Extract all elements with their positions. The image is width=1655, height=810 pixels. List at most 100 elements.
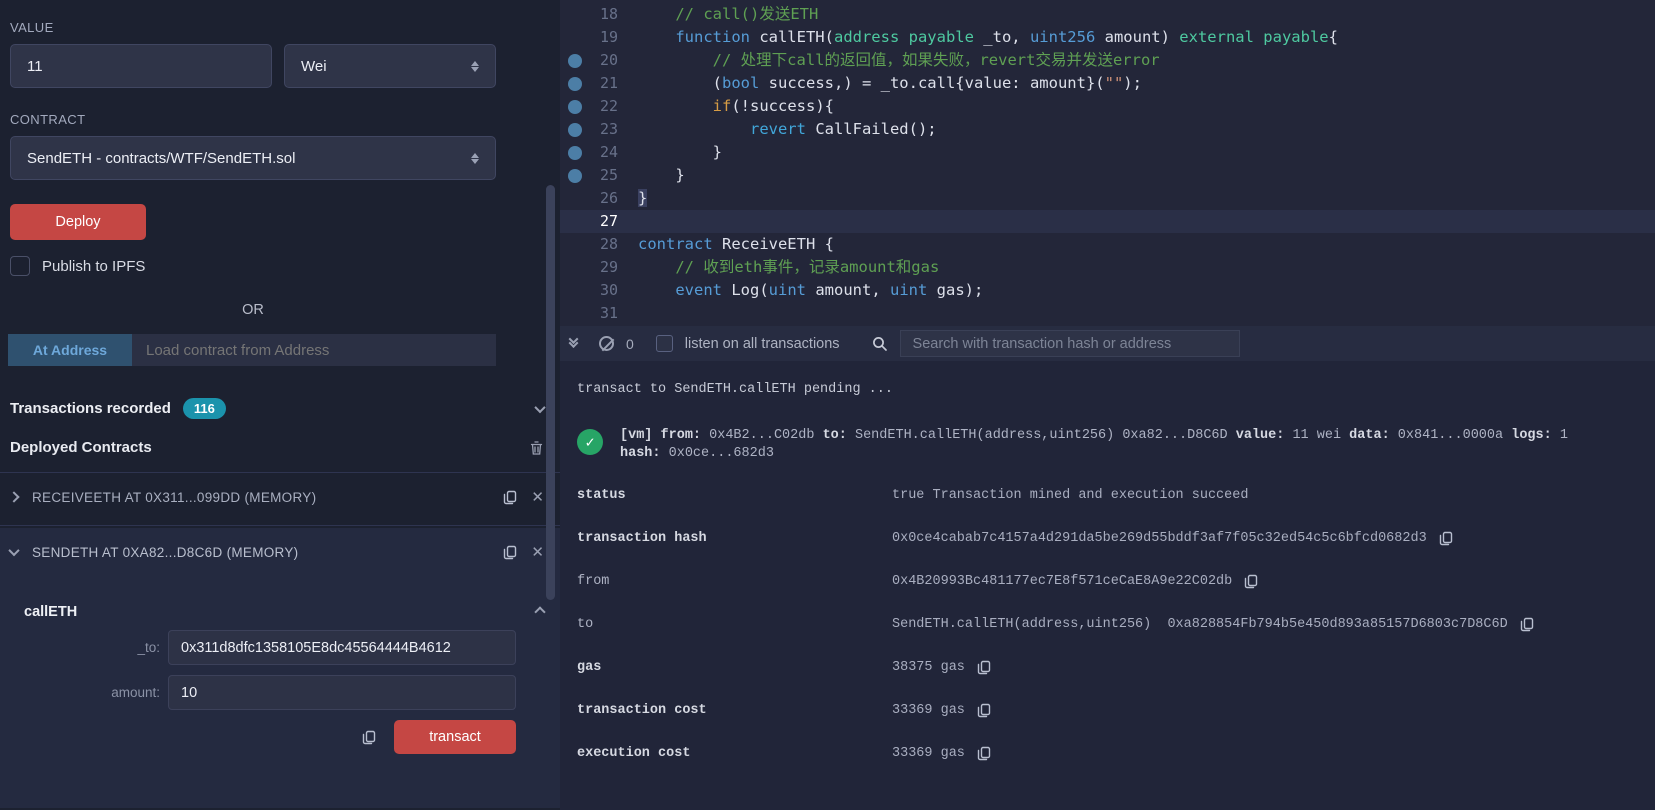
detail-label: gas (577, 659, 602, 675)
at-address-input[interactable] (132, 334, 496, 366)
gutter-margin[interactable] (560, 3, 590, 26)
transactions-count-badge: 116 (182, 398, 226, 419)
code-line[interactable]: 18 // call()发送ETH (560, 3, 1655, 26)
code-line[interactable]: 27 (560, 210, 1655, 233)
chevron-right-icon[interactable] (8, 491, 20, 503)
breakpoint-dot-icon[interactable] (560, 72, 590, 95)
copy-icon[interactable] (503, 490, 517, 505)
code-line[interactable]: 28 contract ReceiveETH { (560, 233, 1655, 256)
calleth-function-label: callETH (24, 604, 78, 620)
chevron-up-icon[interactable] (534, 606, 546, 618)
code-text: (bool success,) = _to.call{value: amount… (638, 74, 1142, 92)
gutter-margin[interactable] (560, 256, 590, 279)
line-number: 25 (599, 166, 618, 184)
deploy-button[interactable]: Deploy (10, 204, 146, 240)
chevron-down-icon[interactable] (534, 401, 546, 413)
value-label: VALUE (10, 20, 54, 35)
vm-transaction-log[interactable]: ✓ [vm] from: 0x4B2...C02db to: SendETH.c… (577, 427, 1655, 463)
code-line[interactable]: 31 (560, 302, 1655, 325)
breakpoint-dot-icon[interactable] (560, 141, 590, 164)
code-text: // 收到eth事件，记录amount和gas (675, 258, 940, 276)
terminal-output[interactable]: transact to SendETH.callETH pending ... … (560, 361, 1655, 810)
close-icon[interactable]: ✕ (531, 543, 544, 561)
copy-icon[interactable] (362, 730, 376, 745)
code-line[interactable]: 22 if(!success){ (560, 95, 1655, 118)
transaction-detail-row: transaction cost 33369 gas (577, 702, 1655, 718)
code-line[interactable]: 30 event Log(uint amount, uint gas); (560, 279, 1655, 302)
transaction-detail-row: from 0x4B20993Bc481177ec7E8f571ceCaE8A9e2… (577, 573, 1655, 589)
code-text: // call()发送ETH (675, 5, 819, 23)
publish-ipfs-checkbox[interactable] (10, 256, 30, 276)
unit-select[interactable]: Wei (284, 44, 496, 88)
code-line[interactable]: 29 // 收到eth事件，记录amount和gas (560, 256, 1655, 279)
code-line[interactable]: 19 function callETH(address payable _to,… (560, 26, 1655, 49)
code-line[interactable]: 24 } (560, 141, 1655, 164)
to-arg-input[interactable] (168, 630, 516, 665)
gutter-margin[interactable] (560, 210, 590, 233)
contract-label: CONTRACT (10, 112, 86, 127)
panel-scrollbar[interactable] (546, 185, 555, 600)
detail-value: 38375 gas (892, 659, 965, 675)
code-text: event Log(uint amount, uint gas); (675, 281, 984, 299)
vm-summary-text: [vm] from: 0x4B2...C02db to: SendETH.cal… (620, 428, 1568, 461)
deploy-run-panel: VALUE Wei CONTRACT SendETH - contracts/W… (0, 0, 560, 810)
code-text: contract ReceiveETH { (638, 235, 834, 253)
deployed-contracts-label: Deployed Contracts (10, 439, 152, 456)
copy-icon[interactable] (977, 746, 991, 761)
terminal-search-input[interactable] (899, 330, 1240, 357)
unit-select-value: Wei (301, 57, 327, 75)
code-line[interactable]: 26} (560, 187, 1655, 210)
at-address-button[interactable]: At Address (8, 334, 132, 366)
listen-label: listen on all transactions (684, 335, 840, 352)
gutter-margin[interactable] (560, 233, 590, 256)
deployed-contract-receiveeth[interactable]: RECEIVEETH AT 0X311...099DD (MEMORY) ✕ (0, 473, 560, 521)
breakpoint-dot-icon[interactable] (560, 95, 590, 118)
value-input[interactable] (10, 44, 272, 88)
copy-icon[interactable] (1439, 531, 1453, 546)
chevron-down-icon[interactable] (8, 544, 20, 557)
breakpoint-dot-icon[interactable] (560, 118, 590, 141)
copy-icon[interactable] (977, 703, 991, 718)
listen-checkbox[interactable] (655, 335, 673, 352)
gutter-margin[interactable] (560, 279, 590, 302)
divider (0, 525, 560, 526)
gutter-margin[interactable] (560, 26, 590, 49)
contract-select[interactable]: SendETH - contracts/WTF/SendETH.sol (10, 136, 496, 180)
transact-button[interactable]: transact (394, 720, 516, 754)
gutter-margin[interactable] (560, 302, 590, 325)
detail-value: true Transaction mined and execution suc… (892, 487, 1249, 503)
copy-icon[interactable] (1520, 617, 1534, 632)
detail-value: 33369 gas (892, 745, 965, 761)
copy-icon[interactable] (1244, 574, 1258, 589)
code-editor[interactable]: 18 // call()发送ETH 19 function callETH(add… (560, 0, 1655, 326)
line-number: 30 (599, 281, 618, 299)
detail-value: SendETH.callETH(address,uint256) 0xa8288… (892, 616, 1508, 632)
clear-console-icon[interactable] (599, 336, 614, 351)
trash-icon[interactable] (529, 440, 544, 456)
code-line[interactable]: 25 } (560, 164, 1655, 187)
code-line[interactable]: 20 // 处理下call的返回值，如果失败，revert交易并发送error (560, 49, 1655, 72)
line-number: 29 (599, 258, 618, 276)
copy-icon[interactable] (977, 660, 991, 675)
line-number: 24 (599, 143, 618, 161)
code-line[interactable]: 21 (bool success,) = _to.call{value: amo… (560, 72, 1655, 95)
deployed-contract-sendeth[interactable]: SENDETH AT 0XA82...D8C6D (MEMORY) ✕ (0, 528, 560, 576)
transactions-recorded-label: Transactions recorded (10, 400, 171, 417)
line-number: 27 (599, 212, 618, 230)
line-number: 22 (599, 97, 618, 115)
copy-icon[interactable] (503, 545, 517, 560)
line-number: 20 (599, 51, 618, 69)
transaction-detail-row: gas 38375 gas (577, 659, 1655, 675)
gutter-margin[interactable] (560, 187, 590, 210)
code-line[interactable]: 23 revert CallFailed(); (560, 118, 1655, 141)
pending-log-line: transact to SendETH.callETH pending ... (577, 382, 893, 397)
close-icon[interactable]: ✕ (531, 488, 544, 506)
expand-terminal-icon[interactable] (568, 333, 579, 348)
breakpoint-dot-icon[interactable] (560, 164, 590, 187)
breakpoint-dot-icon[interactable] (560, 49, 590, 72)
detail-label: transaction cost (577, 702, 707, 718)
amount-arg-input[interactable] (168, 675, 516, 710)
line-number: 28 (599, 235, 618, 253)
or-divider: OR (242, 302, 264, 318)
detail-label: transaction hash (577, 530, 707, 546)
